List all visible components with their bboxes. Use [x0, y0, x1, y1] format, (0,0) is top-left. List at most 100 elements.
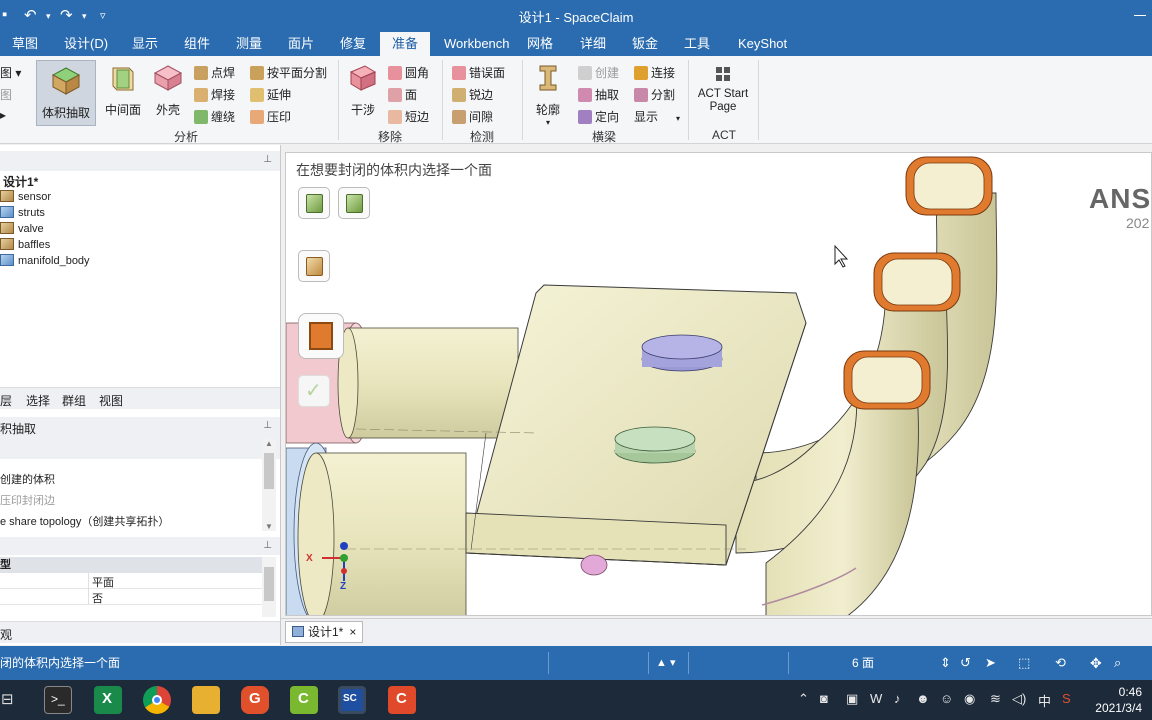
tab-sheet-metal[interactable]: 钣金 [632, 32, 658, 56]
orient-beam-button[interactable]: 定向 [578, 108, 619, 125]
close-icon[interactable]: × [349, 625, 356, 639]
extract-beam-button[interactable]: 抽取 [578, 86, 619, 103]
spot-weld-button[interactable]: 点焊 [194, 64, 235, 81]
tab-groups[interactable]: 群组 [62, 392, 86, 409]
tab-sketch[interactable]: 草图 [12, 32, 38, 56]
tab-repair[interactable]: 修复 [340, 32, 366, 56]
tab-keyshot[interactable]: KeyShot [738, 32, 787, 56]
task-view-icon[interactable]: ⊟ [0, 686, 16, 714]
property-row[interactable]: 平面 [0, 573, 262, 589]
tray-app-icon[interactable]: ◙ [820, 691, 828, 706]
act-start-page-button[interactable]: ACT Start Page [694, 66, 752, 114]
volume-icon[interactable]: ◁) [1012, 691, 1026, 707]
scroll-down-icon[interactable]: ▼ [265, 522, 273, 531]
system-clock[interactable]: 0:46 2021/3/4 [1095, 684, 1142, 716]
short-edges-button[interactable]: 短边 [388, 108, 429, 125]
select-cursor-icon[interactable]: ➤ [985, 646, 996, 680]
truncated-ribbon-item[interactable]: 图 ▾ [0, 64, 21, 81]
pan-icon[interactable]: ✥ [1090, 646, 1102, 680]
tree-item-manifold-body[interactable]: manifold_body [0, 254, 90, 267]
tab-facets[interactable]: 面片 [288, 32, 314, 56]
options-scrollbar[interactable]: ▲ ▼ [262, 439, 276, 531]
shell-button[interactable]: 外壳 [150, 62, 186, 118]
tab-display[interactable]: 显示 [132, 32, 158, 56]
tray-app-icon[interactable]: ◉ [964, 691, 975, 707]
tray-expand-icon[interactable]: ⌃ [798, 691, 809, 707]
sharp-edges-button[interactable]: 锐边 [452, 86, 493, 103]
properties-scrollbar[interactable] [262, 557, 276, 617]
extract-tool-active[interactable] [298, 313, 344, 359]
appearance-tab[interactable]: 观 [0, 621, 280, 643]
extend-button[interactable]: 延伸 [250, 86, 291, 103]
minimize-button[interactable] [1132, 0, 1152, 32]
select-faces-tool[interactable] [338, 187, 370, 219]
pin-icon[interactable]: ⊥ [263, 540, 272, 551]
split-by-plane-button[interactable]: 按平面分割 [250, 64, 327, 81]
misaligned-faces-button[interactable]: 错误面 [452, 64, 505, 81]
tree-item-sensor[interactable]: sensor [0, 190, 51, 203]
valve-cylinder[interactable] [286, 442, 467, 616]
ime-indicator[interactable]: 中 [1038, 691, 1051, 710]
terminal-icon[interactable]: >_ [44, 686, 72, 714]
select-volume-tool[interactable] [298, 187, 330, 219]
zoom-icon[interactable]: ⌕ [1114, 646, 1121, 680]
tab-workbench[interactable]: Workbench [444, 32, 510, 56]
excel-icon[interactable]: X [94, 686, 122, 714]
option-created-volume[interactable]: 创建的体积 [0, 471, 55, 487]
preview-tool[interactable] [298, 250, 330, 282]
scroll-up-icon[interactable]: ▲ [265, 439, 273, 448]
option-share-topology[interactable]: e share topology（创建共享拓扑） [0, 513, 169, 529]
scrollbar-thumb[interactable] [264, 567, 274, 601]
imprint-button[interactable]: 压印 [250, 108, 291, 125]
3d-viewport[interactable]: 在想要封闭的体积内选择一个面 ✓ X Z ANS 202 [285, 152, 1152, 616]
model-canvas[interactable] [286, 153, 1152, 616]
tab-measure[interactable]: 测量 [236, 32, 262, 56]
app-icon-red[interactable]: C [388, 686, 416, 714]
scrollbar-thumb[interactable] [264, 453, 274, 489]
pin-icon[interactable]: ⊥ [263, 420, 272, 431]
property-row[interactable]: 否 [0, 589, 262, 605]
tray-mic-icon[interactable]: ♪ [894, 691, 901, 706]
spaceclaim-icon[interactable]: SC [338, 686, 366, 714]
tray-word-icon[interactable]: W [870, 691, 882, 706]
volume-extract-button[interactable]: 体积抽取 [36, 60, 96, 126]
tree-item-valve[interactable]: valve [0, 222, 44, 235]
tab-detail[interactable]: 详细 [580, 32, 606, 56]
rounds-button[interactable]: 圆角 [388, 64, 429, 81]
app-icon-orange[interactable]: G [241, 686, 269, 714]
tray-wechat-icon[interactable]: ☻ [916, 691, 930, 706]
tab-layers[interactable]: 层 [0, 392, 12, 409]
beam-display-dropdown[interactable]: 显示 ▾ [634, 108, 680, 125]
split-beam-button[interactable]: 分割 [634, 86, 675, 103]
spin-icon[interactable]: ⟲ [1055, 646, 1066, 680]
interference-button[interactable]: 干涉 [344, 62, 382, 118]
undo-selection-icon[interactable]: ↺ [960, 646, 971, 680]
connect-beam-button[interactable]: 连接 [634, 64, 675, 81]
tab-views[interactable]: 视图 [99, 392, 123, 409]
tray-qq-icon[interactable]: ☺ [940, 691, 953, 706]
status-dropdown[interactable]: ▲ ▾ [656, 646, 675, 680]
document-tab[interactable]: 设计1* × [285, 621, 364, 643]
profile-button[interactable]: 轮廓 ▾ [530, 62, 566, 127]
gaps-button[interactable]: 间隙 [452, 108, 493, 125]
pin-icon[interactable]: ⊥ [263, 154, 272, 165]
file-explorer-icon[interactable] [192, 686, 220, 714]
mid-surface-button[interactable]: 中间面 [102, 62, 144, 118]
profile-dropdown-icon[interactable]: ▾ [530, 118, 566, 127]
wifi-icon[interactable]: ≋ [990, 691, 1001, 707]
tab-selection[interactable]: 选择 [26, 392, 50, 409]
faces-button[interactable]: 面 [388, 86, 417, 103]
sogou-icon[interactable]: S [1062, 691, 1071, 706]
tree-item-struts[interactable]: struts [0, 206, 45, 219]
box-select-icon[interactable]: ⬚ [1018, 646, 1030, 680]
tree-root[interactable]: 设计1* [3, 173, 38, 190]
tray-app-icon[interactable]: ▣ [846, 691, 858, 707]
tree-item-baffles[interactable]: baffles [0, 238, 50, 251]
chrome-icon[interactable] [143, 686, 171, 714]
tab-design[interactable]: 设计(D) [64, 32, 108, 56]
tab-prepare[interactable]: 准备 [380, 32, 431, 56]
camtasia-icon[interactable]: C [290, 686, 318, 714]
tab-assembly[interactable]: 组件 [184, 32, 210, 56]
selection-cycle-icon[interactable]: ⇕ [940, 646, 951, 680]
weld-button[interactable]: 焊接 [194, 86, 235, 103]
